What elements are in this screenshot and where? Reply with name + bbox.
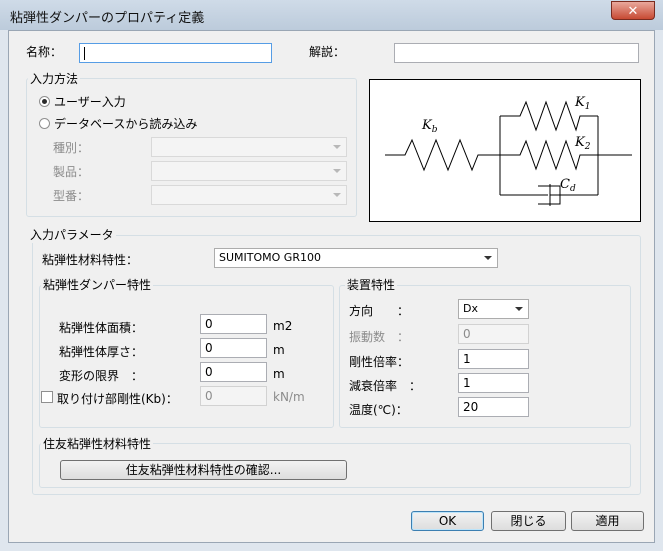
chevron-down-icon [515,307,523,311]
damping-multiplier-value: 1 [463,376,471,390]
thickness-label: 粘弾性体厚さ： [59,345,144,359]
name-input[interactable] [79,43,272,63]
damping-multiplier-label: 減衰倍率 ： [349,379,422,393]
direction-select[interactable]: Dx [458,299,529,319]
material-value: SUMITOMO GR100 [219,251,321,264]
stiffness-value: 0 [205,389,213,403]
chevron-down-icon [333,145,341,149]
stiffness-multiplier-label: 剛性倍率： [349,355,410,369]
stiffness-unit: kN/m [273,390,305,404]
radio-user-input-label[interactable]: ユーザー入力 [54,93,126,110]
temperature-label: 温度(℃)： [349,403,408,417]
name-label: 名称： [26,45,63,59]
radio-user-input[interactable] [39,96,50,107]
deform-limit-label: 変形の限界 ： [59,369,144,383]
direction-value: Dx [463,302,478,315]
radio-database-label[interactable]: データベースから読み込み [54,115,197,132]
frequency-value: 0 [463,327,471,341]
area-value: 0 [205,317,213,331]
title-bar: 粘弾性ダンパーのプロパティ定義 ✕ [0,0,663,30]
stiffness-input[interactable]: 0 [200,386,267,406]
sumitomo-title: 住友粘弾性材料特性 [41,435,154,452]
material-label: 粘弾性材料特性： [42,253,139,267]
description-input[interactable] [394,43,639,63]
k2-sub: 2 [584,142,591,152]
frequency-input[interactable]: 0 [458,324,529,344]
direction-label: 方向 ： [349,304,410,318]
thickness-value: 0 [205,341,213,355]
area-label: 粘弾性体面積： [59,321,144,335]
svg-text:Kb: Kb [421,118,438,135]
type-select[interactable] [151,137,347,157]
cd-dashpot-icon [500,184,598,206]
product-select[interactable] [151,161,347,181]
svg-text:Cd: Cd [560,177,576,194]
radio-database[interactable] [39,118,50,129]
sumitomo-check-button[interactable]: 住友粘弾性材料特性の確認... [60,460,347,480]
close-icon: ✕ [627,4,639,19]
stiffness-label[interactable]: 取り付け部剛性(Kb)： [57,390,178,407]
text-cursor [84,47,85,60]
device-properties-title: 装置特性 [345,276,398,293]
deform-limit-input[interactable]: 0 [200,362,267,382]
thickness-unit: m [273,343,285,357]
frequency-label: 振動数 ： [349,330,410,344]
dialog-body: 名称： 解説： 入力方法 ユーザー入力 データベースから読み込み 種別： 製品：… [8,30,655,543]
k1-sub: 1 [585,102,591,112]
chevron-down-icon [484,256,492,260]
ok-button[interactable]: OK [411,511,484,531]
stiffness-multiplier-input[interactable]: 1 [458,349,529,369]
area-input[interactable]: 0 [200,314,267,334]
svg-text:K2: K2 [574,135,591,152]
material-select[interactable]: SUMITOMO GR100 [214,248,498,268]
window-title: 粘弾性ダンパーのプロパティ定義 [10,11,205,26]
cd-label: C [560,177,570,192]
kb-sub: b [432,125,438,135]
input-method-title: 入力方法 [28,70,81,87]
close-window-button[interactable]: ✕ [611,1,655,20]
chevron-down-icon [333,193,341,197]
area-unit: m2 [273,319,293,333]
damper-properties-title: 粘弾性ダンパー特性 [41,276,154,293]
chevron-down-icon [333,169,341,173]
deform-limit-unit: m [273,367,285,381]
thickness-input[interactable]: 0 [200,338,267,358]
model-label: 型番： [53,189,90,203]
input-parameters-title: 入力パラメータ [28,226,116,243]
kb-spring-icon [385,138,500,172]
svg-text:K1: K1 [574,95,590,112]
apply-button[interactable]: 適用 [571,511,644,531]
model-select[interactable] [151,185,347,205]
cd-sub: d [570,184,576,194]
spring-dashpot-diagram: Kb K1 K2 Cd [385,95,632,206]
product-label: 製品： [53,165,90,179]
temperature-input[interactable]: 20 [458,397,529,417]
description-label: 解説： [309,45,346,59]
temperature-value: 20 [463,400,479,414]
deform-limit-value: 0 [205,365,213,379]
damper-model-diagram: Kb K1 K2 Cd [369,79,641,222]
stiffness-multiplier-value: 1 [463,352,471,366]
type-label: 種別： [53,141,90,155]
close-button[interactable]: 閉じる [491,511,566,531]
stiffness-checkbox[interactable] [41,391,53,403]
damping-multiplier-input[interactable]: 1 [458,373,529,393]
